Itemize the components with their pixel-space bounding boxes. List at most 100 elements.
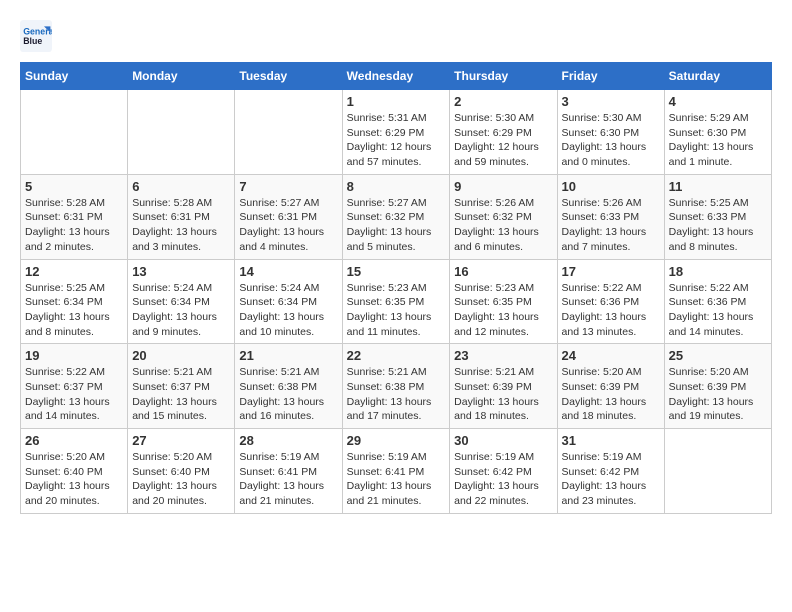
calendar-day-cell: 7 Sunrise: 5:27 AM Sunset: 6:31 PM Daylig… [235,174,342,259]
day-info: Sunrise: 5:20 AM Sunset: 6:40 PM Dayligh… [25,450,123,509]
logo-icon: General Blue [20,20,52,52]
calendar-day-cell: 23 Sunrise: 5:21 AM Sunset: 6:39 PM Dayli… [450,344,557,429]
day-info: Sunrise: 5:19 AM Sunset: 6:42 PM Dayligh… [562,450,660,509]
day-info: Sunrise: 5:21 AM Sunset: 6:38 PM Dayligh… [239,365,337,424]
day-info: Sunrise: 5:24 AM Sunset: 6:34 PM Dayligh… [239,281,337,340]
day-info: Sunrise: 5:29 AM Sunset: 6:30 PM Dayligh… [669,111,767,170]
day-number: 13 [132,264,230,279]
day-number: 30 [454,433,552,448]
calendar-day-cell: 3 Sunrise: 5:30 AM Sunset: 6:30 PM Daylig… [557,90,664,175]
day-info: Sunrise: 5:21 AM Sunset: 6:37 PM Dayligh… [132,365,230,424]
day-info: Sunrise: 5:31 AM Sunset: 6:29 PM Dayligh… [347,111,446,170]
day-number: 23 [454,348,552,363]
day-number: 24 [562,348,660,363]
day-number: 14 [239,264,337,279]
day-number: 9 [454,179,552,194]
day-number: 11 [669,179,767,194]
day-info: Sunrise: 5:27 AM Sunset: 6:32 PM Dayligh… [347,196,446,255]
calendar-day-cell: 29 Sunrise: 5:19 AM Sunset: 6:41 PM Dayli… [342,429,450,514]
calendar-header-row: SundayMondayTuesdayWednesdayThursdayFrid… [21,63,772,90]
calendar-week-row: 12 Sunrise: 5:25 AM Sunset: 6:34 PM Dayli… [21,259,772,344]
day-number: 7 [239,179,337,194]
day-number: 29 [347,433,446,448]
calendar-day-cell [235,90,342,175]
calendar-day-cell: 28 Sunrise: 5:19 AM Sunset: 6:41 PM Dayli… [235,429,342,514]
day-number: 18 [669,264,767,279]
calendar-day-cell: 5 Sunrise: 5:28 AM Sunset: 6:31 PM Daylig… [21,174,128,259]
calendar-day-cell: 19 Sunrise: 5:22 AM Sunset: 6:37 PM Dayli… [21,344,128,429]
day-info: Sunrise: 5:28 AM Sunset: 6:31 PM Dayligh… [25,196,123,255]
day-number: 16 [454,264,552,279]
day-number: 15 [347,264,446,279]
calendar-day-cell: 18 Sunrise: 5:22 AM Sunset: 6:36 PM Dayli… [664,259,771,344]
svg-text:Blue: Blue [23,36,42,46]
day-info: Sunrise: 5:21 AM Sunset: 6:39 PM Dayligh… [454,365,552,424]
day-number: 10 [562,179,660,194]
calendar-day-cell [128,90,235,175]
calendar-day-cell: 13 Sunrise: 5:24 AM Sunset: 6:34 PM Dayli… [128,259,235,344]
day-info: Sunrise: 5:22 AM Sunset: 6:37 PM Dayligh… [25,365,123,424]
calendar-day-cell: 15 Sunrise: 5:23 AM Sunset: 6:35 PM Dayli… [342,259,450,344]
logo: General Blue [20,20,54,52]
calendar-week-row: 1 Sunrise: 5:31 AM Sunset: 6:29 PM Daylig… [21,90,772,175]
day-info: Sunrise: 5:20 AM Sunset: 6:39 PM Dayligh… [562,365,660,424]
day-of-week-header: Wednesday [342,63,450,90]
day-of-week-header: Thursday [450,63,557,90]
calendar-day-cell: 21 Sunrise: 5:21 AM Sunset: 6:38 PM Dayli… [235,344,342,429]
day-info: Sunrise: 5:30 AM Sunset: 6:29 PM Dayligh… [454,111,552,170]
day-of-week-header: Friday [557,63,664,90]
day-info: Sunrise: 5:22 AM Sunset: 6:36 PM Dayligh… [669,281,767,340]
day-info: Sunrise: 5:22 AM Sunset: 6:36 PM Dayligh… [562,281,660,340]
day-number: 2 [454,94,552,109]
day-number: 21 [239,348,337,363]
day-number: 12 [25,264,123,279]
calendar-week-row: 5 Sunrise: 5:28 AM Sunset: 6:31 PM Daylig… [21,174,772,259]
day-info: Sunrise: 5:21 AM Sunset: 6:38 PM Dayligh… [347,365,446,424]
calendar-day-cell [21,90,128,175]
calendar-day-cell: 27 Sunrise: 5:20 AM Sunset: 6:40 PM Dayli… [128,429,235,514]
day-info: Sunrise: 5:23 AM Sunset: 6:35 PM Dayligh… [347,281,446,340]
day-number: 3 [562,94,660,109]
day-number: 1 [347,94,446,109]
calendar-day-cell: 16Sunrise: 5:23 AM Sunset: 6:35 PM Dayli… [450,259,557,344]
day-of-week-header: Monday [128,63,235,90]
day-info: Sunrise: 5:26 AM Sunset: 6:32 PM Dayligh… [454,196,552,255]
day-info: Sunrise: 5:27 AM Sunset: 6:31 PM Dayligh… [239,196,337,255]
day-number: 4 [669,94,767,109]
day-number: 17 [562,264,660,279]
calendar-week-row: 19 Sunrise: 5:22 AM Sunset: 6:37 PM Dayli… [21,344,772,429]
header: General Blue [20,20,772,52]
day-info: Sunrise: 5:19 AM Sunset: 6:42 PM Dayligh… [454,450,552,509]
day-info: Sunrise: 5:20 AM Sunset: 6:39 PM Dayligh… [669,365,767,424]
day-number: 27 [132,433,230,448]
day-info: Sunrise: 5:19 AM Sunset: 6:41 PM Dayligh… [347,450,446,509]
calendar-day-cell: 30 Sunrise: 5:19 AM Sunset: 6:42 PM Dayli… [450,429,557,514]
calendar-day-cell: 20 Sunrise: 5:21 AM Sunset: 6:37 PM Dayli… [128,344,235,429]
calendar-day-cell: 22Sunrise: 5:21 AM Sunset: 6:38 PM Dayli… [342,344,450,429]
calendar-day-cell: 12 Sunrise: 5:25 AM Sunset: 6:34 PM Dayli… [21,259,128,344]
day-number: 28 [239,433,337,448]
day-number: 6 [132,179,230,194]
day-of-week-header: Saturday [664,63,771,90]
day-of-week-header: Tuesday [235,63,342,90]
day-info: Sunrise: 5:20 AM Sunset: 6:40 PM Dayligh… [132,450,230,509]
calendar-day-cell: 6Sunrise: 5:28 AM Sunset: 6:31 PM Daylig… [128,174,235,259]
calendar-week-row: 26 Sunrise: 5:20 AM Sunset: 6:40 PM Dayli… [21,429,772,514]
calendar: SundayMondayTuesdayWednesdayThursdayFrid… [20,62,772,514]
day-number: 25 [669,348,767,363]
day-number: 8 [347,179,446,194]
calendar-day-cell: 17 Sunrise: 5:22 AM Sunset: 6:36 PM Dayli… [557,259,664,344]
day-info: Sunrise: 5:19 AM Sunset: 6:41 PM Dayligh… [239,450,337,509]
calendar-day-cell: 24 Sunrise: 5:20 AM Sunset: 6:39 PM Dayli… [557,344,664,429]
day-info: Sunrise: 5:25 AM Sunset: 6:34 PM Dayligh… [25,281,123,340]
day-info: Sunrise: 5:30 AM Sunset: 6:30 PM Dayligh… [562,111,660,170]
day-number: 19 [25,348,123,363]
day-info: Sunrise: 5:24 AM Sunset: 6:34 PM Dayligh… [132,281,230,340]
day-number: 26 [25,433,123,448]
calendar-day-cell: 9 Sunrise: 5:26 AM Sunset: 6:32 PM Daylig… [450,174,557,259]
day-number: 20 [132,348,230,363]
calendar-day-cell: 14 Sunrise: 5:24 AM Sunset: 6:34 PM Dayli… [235,259,342,344]
calendar-day-cell: 8 Sunrise: 5:27 AM Sunset: 6:32 PM Daylig… [342,174,450,259]
day-info: Sunrise: 5:25 AM Sunset: 6:33 PM Dayligh… [669,196,767,255]
day-number: 5 [25,179,123,194]
